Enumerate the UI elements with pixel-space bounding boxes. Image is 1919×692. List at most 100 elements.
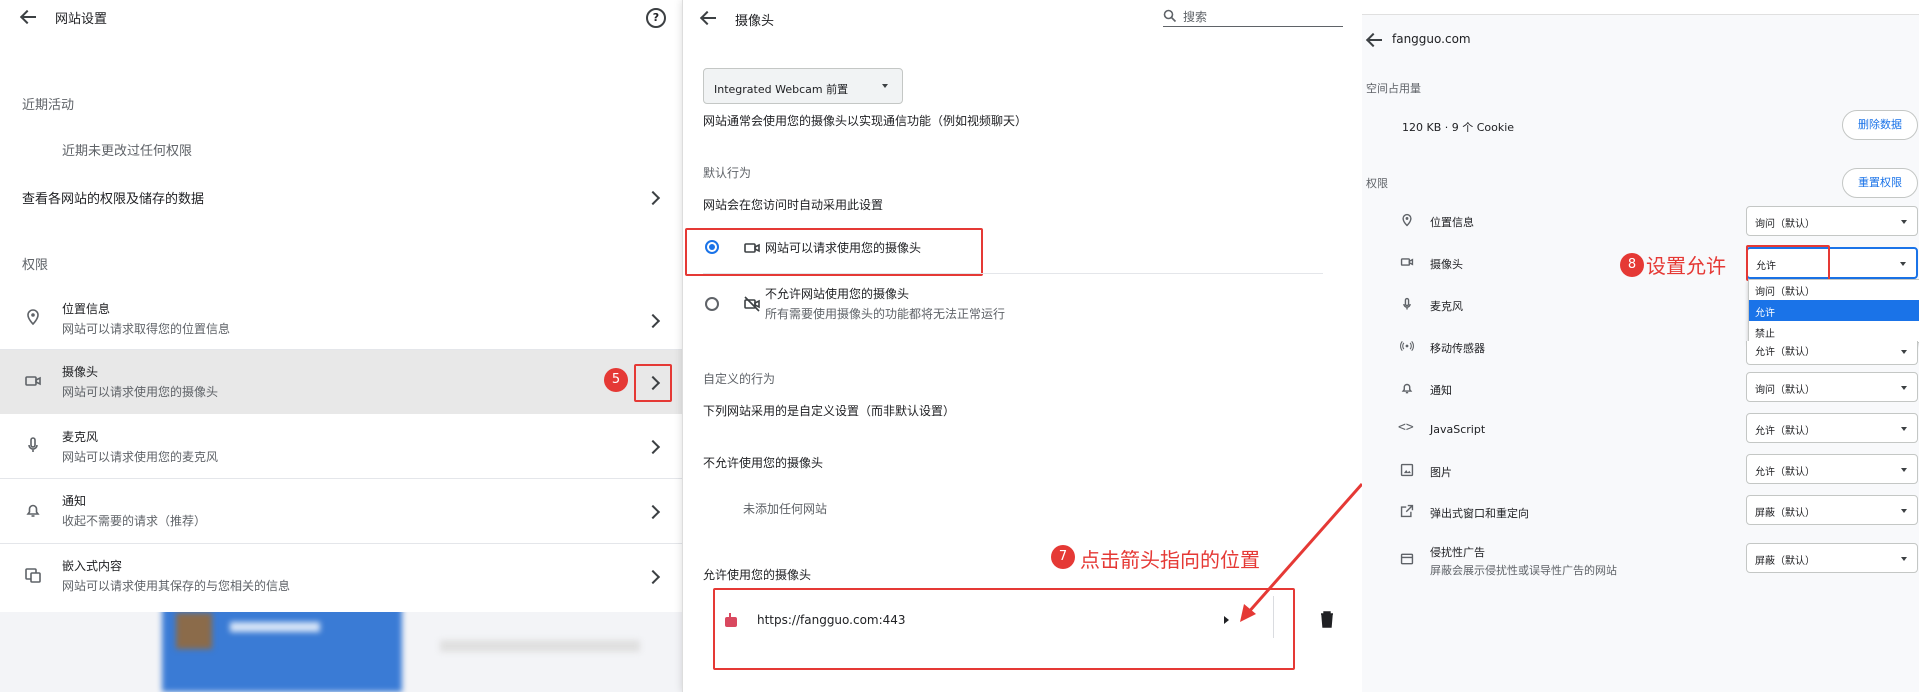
search-icon [1163, 9, 1177, 23]
ads-select[interactable]: 屏蔽（默认） [1746, 543, 1918, 573]
perm-row-location[interactable]: 位置信息 网站可以请求取得您的位置信息 [0, 290, 682, 350]
perm-name: 麦克风 [1430, 300, 1463, 313]
radio-block-label: 不允许网站使用您的摄像头 [765, 287, 910, 301]
dropdown-option-ask[interactable]: 询问（默认） [1749, 280, 1919, 300]
allowed-site-row[interactable]: https://fangguo.com:443 [723, 600, 1253, 640]
camera-icon [25, 376, 41, 386]
reset-permissions-button[interactable]: 重置权限 [1842, 168, 1918, 198]
permissions-header: 权限 [1366, 177, 1388, 190]
bell-icon [1401, 383, 1413, 394]
location-select[interactable]: 询问（默认） [1746, 206, 1918, 236]
step-5-badge: 5 [604, 368, 628, 392]
back-arrow-icon[interactable] [1366, 32, 1386, 48]
perm-name: 移动传感器 [1430, 342, 1485, 355]
usage-value: 120 KB · 9 个 Cookie [1402, 121, 1515, 134]
location-icon [1402, 213, 1412, 227]
perm-title: 通知 [62, 494, 87, 508]
view-all-sites-label: 查看各网站的权限及储存的数据 [22, 192, 205, 207]
popup-icon [1400, 504, 1414, 518]
radio-block-desc: 所有需要使用摄像头的功能都将无法正常运行 [765, 307, 1006, 321]
popups-select[interactable]: 屏蔽（默认） [1746, 495, 1918, 525]
perm-name: 侵扰性广告 [1430, 546, 1485, 559]
blocked-sites-empty: 未添加任何网站 [743, 502, 828, 516]
javascript-select[interactable]: 允许（默认） [1746, 413, 1918, 443]
perm-title: 位置信息 [62, 302, 111, 316]
page-title: 网站设置 [55, 12, 108, 27]
step-8-annotation: 设置允许 [1646, 254, 1726, 278]
view-all-sites-row[interactable]: 查看各网站的权限及储存的数据 [0, 177, 682, 217]
top-bar [1362, 0, 1919, 15]
location-icon [27, 309, 39, 326]
site-title: fangguo.com [1392, 32, 1471, 46]
perm-row-mic[interactable]: 麦克风 网站可以请求使用您的麦克风 [0, 414, 682, 478]
back-arrow-icon[interactable] [20, 9, 40, 25]
radio-allow-option[interactable]: 网站可以请求使用您的摄像头 [703, 235, 1323, 267]
device-description: 网站通常会使用您的摄像头以实现通信功能（例如视频聊天） [703, 114, 1028, 128]
camera-device-select[interactable]: Integrated Webcam 前置 [703, 68, 903, 104]
chevron-right-icon [645, 439, 661, 455]
usage-header: 空间占用量 [1366, 82, 1421, 95]
chevron-right-icon [645, 190, 661, 206]
back-arrow-icon[interactable] [700, 10, 720, 26]
radio-allow[interactable] [705, 240, 719, 254]
dropdown-option-allow[interactable]: 允许 [1749, 300, 1919, 321]
perm-name: JavaScript [1430, 423, 1486, 436]
perm-name: 通知 [1430, 384, 1452, 397]
search-input[interactable]: 搜索 [1183, 8, 1207, 25]
camera-icon [744, 243, 760, 253]
annotation-arrow [1240, 483, 1364, 622]
ads-description: 屏蔽会展示侵扰性或误导性广告的网站 [1430, 564, 1617, 577]
default-behavior-header: 默认行为 [703, 166, 752, 180]
perm-row-embedded[interactable]: 嵌入式内容 网站可以请求使用其保存的与您相关的信息 [0, 544, 682, 608]
notifications-select[interactable]: 询问（默认） [1746, 372, 1918, 402]
camera-off-icon [744, 296, 760, 312]
camera-permission-dropdown: 询问（默认） 允许 禁止 [1748, 279, 1919, 343]
page-title: 摄像头 [735, 14, 775, 29]
allowed-sites-header: 允许使用您的摄像头 [703, 568, 812, 582]
custom-behavior-desc: 下列网站采用的是自定义设置（而非默认设置） [703, 404, 956, 418]
recent-activity-empty: 近期未更改过任何权限 [62, 144, 193, 159]
perm-desc: 网站可以请求使用其保存的与您相关的信息 [62, 579, 291, 593]
chevron-right-icon [645, 504, 661, 520]
perm-name: 位置信息 [1430, 216, 1474, 229]
radio-block[interactable] [705, 297, 719, 311]
sensor-icon [1400, 340, 1414, 352]
permissions-header: 权限 [22, 258, 49, 273]
step-8-badge: 8 [1620, 253, 1644, 277]
perm-desc: 网站可以请求取得您的位置信息 [62, 322, 231, 336]
recent-activity-header: 近期活动 [22, 98, 75, 113]
help-icon[interactable]: ? [646, 8, 666, 28]
clear-data-button[interactable]: 删除数据 [1842, 110, 1918, 140]
camera-select-highlight [1746, 245, 1830, 281]
image-icon [1400, 463, 1414, 477]
dropdown-option-block[interactable]: 禁止 [1749, 321, 1919, 341]
sensor-select[interactable]: 允许（默认） [1746, 341, 1918, 365]
perm-desc: 网站可以请求使用您的麦克风 [62, 450, 219, 464]
perm-desc: 网站可以请求使用您的摄像头 [62, 385, 219, 399]
perm-title: 摄像头 [62, 365, 99, 379]
perm-name: 摄像头 [1430, 258, 1463, 271]
camera-icon [1400, 258, 1414, 266]
perm-name: 弹出式窗口和重定向 [1430, 507, 1529, 520]
mic-icon [1403, 297, 1411, 310]
perm-row-camera[interactable]: 摄像头 网站可以请求使用您的摄像头 5 [0, 350, 682, 414]
embedded-icon [25, 568, 41, 583]
images-select[interactable]: 允许（默认） [1746, 454, 1918, 484]
chevron-right-icon [645, 313, 661, 329]
perm-title: 嵌入式内容 [62, 559, 123, 573]
default-behavior-desc: 网站会在您访问时自动采用此设置 [703, 198, 884, 212]
ads-icon [1400, 553, 1414, 565]
blocked-sites-header: 不允许使用您的摄像头 [703, 456, 824, 470]
perm-row-notifications[interactable]: 通知 收起不需要的请求（推荐） [0, 479, 682, 543]
radio-allow-label: 网站可以请求使用您的摄像头 [765, 241, 922, 255]
search-box[interactable]: 搜索 [1163, 6, 1343, 27]
chevron-right-icon [645, 569, 661, 585]
perm-title: 麦克风 [62, 430, 99, 444]
radio-block-option[interactable]: 不允许网站使用您的摄像头 所有需要使用摄像头的功能都将无法正常运行 [703, 283, 1323, 327]
bell-icon [26, 504, 40, 517]
allowed-site-url: https://fangguo.com:443 [757, 613, 906, 627]
site-favicon-icon [725, 613, 737, 627]
camera-device-value: Integrated Webcam 前置 [714, 83, 849, 96]
step-7-badge: 7 [1051, 545, 1075, 569]
custom-behavior-header: 自定义的行为 [703, 372, 776, 386]
